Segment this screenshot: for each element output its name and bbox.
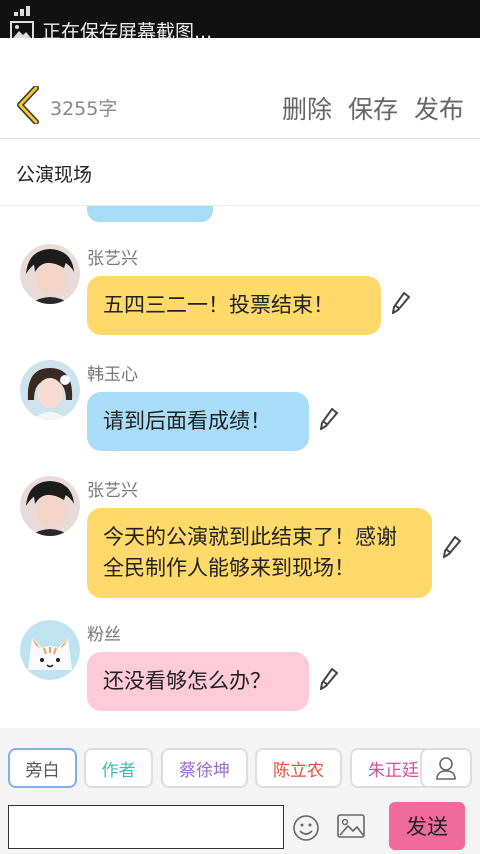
message-input[interactable] [8,805,284,849]
sender-name: 张艺兴 [87,481,138,501]
delete-button[interactable]: 删除 [282,90,332,126]
edit-pencil-icon[interactable] [443,536,461,558]
avatar[interactable] [20,620,80,680]
story-title: 公演现场 [16,164,93,186]
message-bubble[interactable]: 今天的公演就到此结束了！感谢全民制作人能够来到现场！ [87,508,432,598]
editor-header: 3255字 删除 保存 发布 [0,38,480,139]
message-bubble[interactable]: 五四三二一！投票结束！ [87,276,381,335]
role-chip-chen-linong[interactable]: 陈立农 [255,748,342,788]
message-bubble[interactable]: 请到后面看成绩！ [87,392,309,451]
role-chip-author[interactable]: 作者 [84,748,153,788]
user-icon [436,757,456,780]
chat-area[interactable]: 张艺兴 五四三二一！投票结束！ 韩玉心 请到后面看成绩！ 张艺兴 今天的公演就到… [0,206,480,728]
back-icon[interactable] [14,86,42,124]
message-bubble-partial[interactable] [87,206,213,222]
sender-name: 粉丝 [87,625,121,645]
input-bar: 发送 [0,798,480,854]
sender-name: 韩玉心 [87,365,138,385]
role-chip-cai-xukun[interactable]: 蔡徐坤 [161,748,248,788]
avatar[interactable] [20,244,80,304]
edit-pencil-icon[interactable] [320,668,338,690]
send-button[interactable]: 发送 [389,802,465,850]
edit-pencil-icon[interactable] [320,408,338,430]
edit-pencil-icon[interactable] [392,292,410,314]
avatar[interactable] [20,360,80,420]
message-bubble[interactable]: 还没看够怎么办？ [87,652,309,711]
status-bar: 正在保存屏幕截图... [0,0,480,43]
add-character-button[interactable] [420,748,472,788]
signal-icon [14,0,36,16]
emoji-icon[interactable] [292,814,320,842]
sender-name: 张艺兴 [87,249,138,269]
word-count: 3255字 [50,98,118,120]
role-chip-narrator[interactable]: 旁白 [8,748,77,788]
image-picker-icon[interactable] [337,814,365,838]
title-row[interactable]: 公演现场 [0,139,480,206]
avatar[interactable] [20,476,80,536]
save-button[interactable]: 保存 [348,90,398,126]
publish-button[interactable]: 发布 [414,90,464,126]
role-selector: 旁白 作者 蔡徐坤 陈立农 朱正廷 [0,728,480,798]
